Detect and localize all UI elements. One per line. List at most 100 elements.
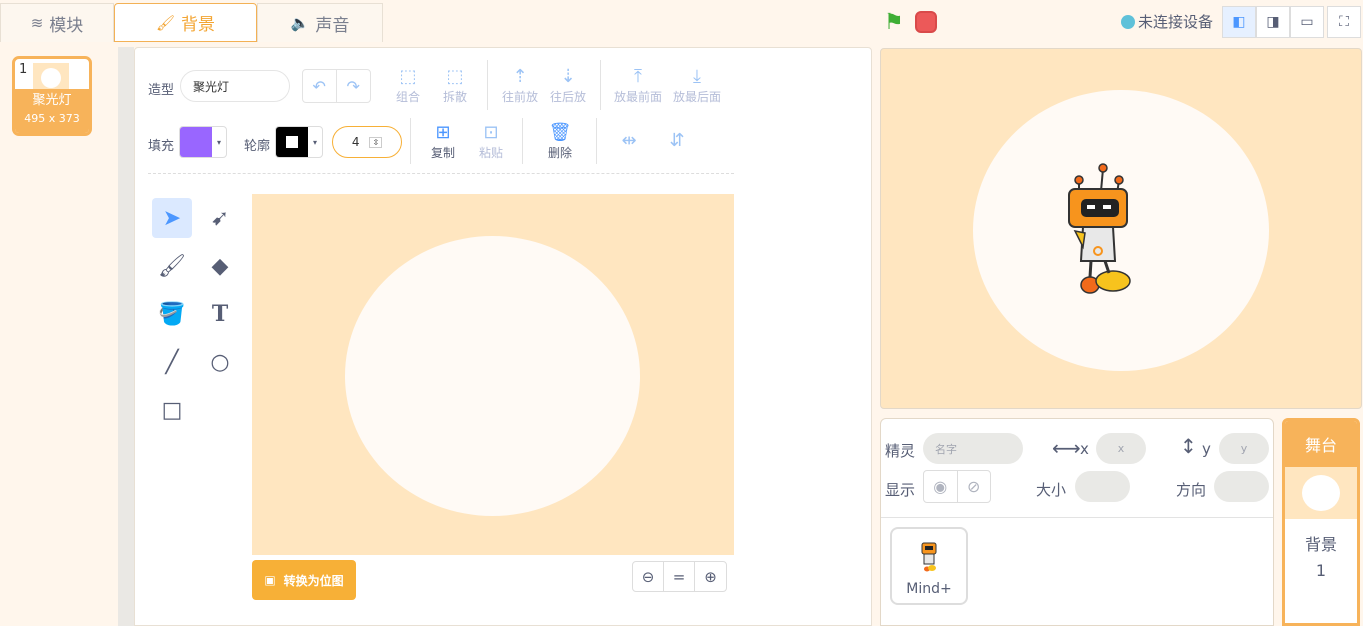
brush-tool[interactable]: 🖌 bbox=[152, 246, 192, 286]
fill-swatch bbox=[180, 127, 212, 157]
costume-name-input[interactable]: 聚光灯 bbox=[180, 70, 290, 102]
tab-backdrops[interactable]: 🖌 背景 bbox=[114, 3, 257, 42]
flip-vertical-button[interactable]: ⇵ bbox=[664, 130, 690, 152]
delete-button[interactable]: 🗑 删除 bbox=[546, 122, 574, 161]
redo-icon[interactable]: ↷ bbox=[337, 70, 371, 102]
tab-label: 声音 bbox=[315, 15, 350, 36]
robot-sprite[interactable] bbox=[1063, 161, 1138, 297]
copy-button[interactable]: ⊞ 复制 bbox=[429, 122, 457, 161]
x-input[interactable]: x bbox=[1096, 433, 1146, 464]
vertical-arrows-icon: ↕ bbox=[1180, 434, 1197, 458]
small-stage-button[interactable]: ◧ bbox=[1222, 6, 1256, 38]
circle-icon: ○ bbox=[210, 349, 230, 375]
horizontal-arrows-icon: ⟷ bbox=[1052, 436, 1081, 460]
paint-canvas[interactable] bbox=[252, 194, 734, 555]
eye-slash-icon[interactable]: ⊘ bbox=[958, 471, 991, 502]
spotlight-circle bbox=[345, 236, 640, 516]
stage-thumbnail bbox=[1285, 467, 1357, 519]
paste-button[interactable]: ⊡ 粘贴 bbox=[477, 122, 505, 161]
group-button[interactable]: ⬚ 组合 bbox=[394, 66, 422, 105]
to-front-icon: ⤒ bbox=[634, 66, 642, 87]
stage-only-icon: ▭ bbox=[1300, 14, 1314, 30]
group-label: 组合 bbox=[395, 90, 420, 104]
y-input[interactable]: y bbox=[1219, 433, 1269, 464]
fullscreen-button[interactable]: ⛶ bbox=[1327, 6, 1361, 38]
tab-blocks[interactable]: ≋ 模块 bbox=[0, 3, 114, 42]
costume-number: 1 bbox=[19, 62, 28, 77]
back-button[interactable]: ⤓ 放最后面 bbox=[672, 66, 722, 105]
stage-title: 舞台 bbox=[1285, 421, 1357, 467]
robot-sprite-icon bbox=[921, 542, 937, 572]
fill-tool[interactable]: 🪣 bbox=[152, 294, 192, 334]
stage-selector[interactable]: 舞台 背景 1 bbox=[1282, 418, 1360, 626]
fill-color-picker[interactable]: ▾ bbox=[179, 126, 227, 158]
sprite-label: 精灵 bbox=[885, 442, 916, 460]
divider bbox=[522, 118, 523, 164]
zoom-controls: ⊖ = ⊕ bbox=[632, 561, 727, 592]
to-back-icon: ⤓ bbox=[693, 66, 701, 87]
arrow-cursor-icon: ➤ bbox=[162, 205, 182, 231]
visibility-toggle: ◉ ⊘ bbox=[923, 470, 991, 503]
connection-dot-icon bbox=[1121, 14, 1135, 29]
divider bbox=[596, 118, 597, 164]
copy-icon: ⊞ bbox=[435, 122, 451, 143]
size-input[interactable] bbox=[1075, 471, 1130, 502]
ungroup-button[interactable]: ⬚ 拆散 bbox=[441, 66, 469, 105]
back-label: 放最后面 bbox=[672, 90, 721, 104]
tab-sounds[interactable]: 🔈 声音 bbox=[257, 3, 383, 42]
backward-button[interactable]: ⇣ 往后放 bbox=[549, 66, 587, 105]
forward-button[interactable]: ⇡ 往前放 bbox=[501, 66, 539, 105]
flip-horizontal-icon: ⇹ bbox=[621, 130, 637, 151]
costume-size: 495 x 373 bbox=[24, 112, 80, 125]
reshape-tool[interactable]: ➹ bbox=[200, 198, 240, 238]
device-status-label: 未连接设备 bbox=[1138, 13, 1214, 31]
convert-to-bitmap-button[interactable]: ▣ 转换为位图 bbox=[252, 560, 356, 600]
reshape-icon: ➹ bbox=[210, 205, 230, 231]
front-button[interactable]: ⤒ 放最前面 bbox=[613, 66, 663, 105]
sprite-name-input[interactable]: 名字 bbox=[923, 433, 1023, 464]
stepper-icon[interactable]: ⇳ bbox=[369, 136, 383, 148]
stage-only-button[interactable]: ▭ bbox=[1290, 6, 1324, 38]
blocks-icon: ≋ bbox=[30, 14, 44, 32]
backdrop-label: 背景 bbox=[1304, 535, 1337, 554]
stage[interactable] bbox=[880, 48, 1362, 409]
costume-name-label: 造型 bbox=[148, 83, 175, 98]
text-tool[interactable]: T bbox=[200, 294, 240, 334]
backdrop-count: 1 bbox=[1315, 561, 1327, 580]
green-flag-icon[interactable]: ⚑ bbox=[884, 10, 904, 35]
toolbar-divider bbox=[148, 173, 734, 174]
costume-name: 聚光灯 bbox=[32, 93, 72, 108]
undo-redo-group: ↶ ↷ bbox=[302, 69, 371, 103]
stop-icon[interactable] bbox=[915, 11, 937, 33]
eye-icon[interactable]: ◉ bbox=[924, 471, 958, 502]
large-stage-button[interactable]: ◨ bbox=[1256, 6, 1290, 38]
zoom-out-icon[interactable]: ⊖ bbox=[633, 562, 664, 591]
fullscreen-icon: ⛶ bbox=[1339, 14, 1349, 30]
copy-label: 复制 bbox=[430, 146, 455, 160]
sprite-thumbnail[interactable]: Mind+ bbox=[890, 527, 968, 605]
tab-label: 模块 bbox=[49, 15, 84, 36]
paint-bucket-icon: 🪣 bbox=[158, 301, 186, 327]
costume-label: 聚光灯 495 x 373 bbox=[15, 89, 89, 133]
select-tool[interactable]: ➤ bbox=[152, 198, 192, 238]
costume-item[interactable]: 1 聚光灯 495 x 373 bbox=[12, 56, 92, 136]
ungroup-label: 拆散 bbox=[442, 90, 467, 104]
outline-color-picker[interactable]: ▾ bbox=[275, 126, 323, 158]
eraser-tool[interactable]: ◆ bbox=[200, 246, 240, 286]
front-label: 放最前面 bbox=[613, 90, 662, 104]
outline-width-stepper[interactable]: 4 ⇳ bbox=[332, 126, 402, 158]
zoom-reset-icon[interactable]: = bbox=[664, 562, 695, 591]
chevron-down-icon: ▾ bbox=[312, 137, 317, 147]
text-icon: T bbox=[211, 301, 229, 327]
flip-horizontal-button[interactable]: ⇹ bbox=[616, 130, 642, 152]
circle-tool[interactable]: ○ bbox=[200, 342, 240, 382]
device-status[interactable]: 未连接设备 bbox=[1121, 11, 1213, 32]
flip-vertical-icon: ⇵ bbox=[669, 130, 685, 151]
undo-icon[interactable]: ↶ bbox=[303, 70, 337, 102]
scrollbar[interactable] bbox=[118, 47, 134, 626]
rectangle-tool[interactable]: □ bbox=[152, 390, 192, 430]
direction-input[interactable] bbox=[1214, 471, 1269, 502]
divider bbox=[487, 60, 488, 110]
zoom-in-icon[interactable]: ⊕ bbox=[695, 562, 726, 591]
line-tool[interactable]: ╱ bbox=[152, 342, 192, 382]
